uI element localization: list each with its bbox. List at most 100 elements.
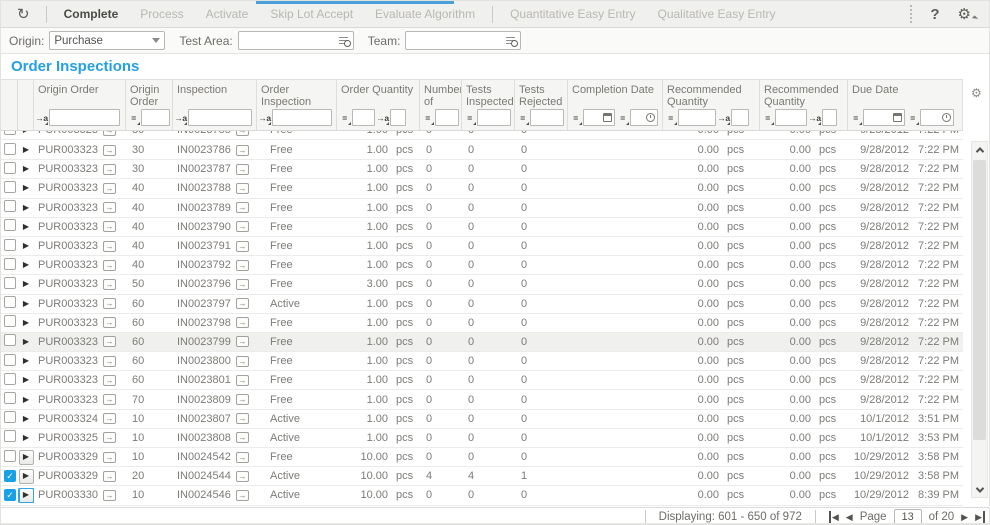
expand-row-button[interactable]: ▶ [19, 143, 34, 158]
filter-input-order-uom[interactable] [390, 109, 406, 126]
filter-op-starts-with-icon[interactable]: →a [808, 110, 821, 126]
filter-input-rec-qty-accepted[interactable] [678, 109, 716, 126]
expand-row-button[interactable]: ▶ [19, 181, 34, 196]
expand-row-button[interactable]: ▶ [19, 219, 34, 234]
navigate-icon[interactable]: → [103, 490, 116, 501]
column-header-status[interactable]: Order Inspection Status →a [257, 80, 337, 130]
expand-row-button[interactable]: ▶ [19, 354, 34, 369]
navigate-icon[interactable]: → [236, 452, 249, 463]
complete-button[interactable]: Complete [53, 1, 130, 27]
navigate-icon[interactable]: → [236, 413, 249, 424]
filter-op-equals-icon[interactable]: = [127, 110, 140, 126]
calendar-icon[interactable] [893, 113, 902, 122]
navigate-icon[interactable]: → [236, 298, 249, 309]
scroll-down-button[interactable] [972, 482, 987, 497]
lookup-icon[interactable] [505, 35, 518, 47]
navigate-icon[interactable]: → [236, 356, 249, 367]
expand-row-button[interactable]: ▶ [19, 277, 34, 292]
navigate-icon[interactable]: → [236, 131, 249, 136]
row-checkbox[interactable] [4, 131, 16, 135]
column-header-inspection[interactable]: Inspection →a [173, 80, 257, 130]
column-header-origin-order-line[interactable]: Origin Order Line = [126, 80, 173, 130]
navigate-icon[interactable]: → [236, 279, 249, 290]
prev-page-button[interactable]: ◀ [846, 511, 853, 523]
navigate-icon[interactable]: → [103, 432, 116, 443]
row-checkbox[interactable] [4, 162, 16, 174]
table-row[interactable]: ▶ PUR003323→ 60 IN0023800→ Free 1.00 pcs… [1, 352, 963, 371]
column-header-completion-date[interactable]: Completion Date = = [568, 80, 663, 130]
row-checkbox[interactable] [4, 143, 16, 155]
navigate-icon[interactable]: → [236, 336, 249, 347]
column-header-order-quantity[interactable]: Order Quantity = →a [337, 80, 420, 130]
expand-row-button[interactable]: ▶ [19, 469, 34, 484]
navigate-icon[interactable]: → [103, 131, 116, 136]
navigate-icon[interactable]: → [236, 164, 249, 175]
filter-op-equals-icon[interactable]: = [463, 110, 476, 126]
row-checkbox[interactable]: ✓ [4, 470, 16, 482]
navigate-icon[interactable]: → [103, 145, 116, 156]
navigate-icon[interactable]: → [236, 317, 249, 328]
expand-row-button[interactable]: ▶ [19, 430, 34, 445]
navigate-icon[interactable]: → [103, 317, 116, 328]
table-row[interactable]: ▶ PUR003323→ 60 IN0023797→ Active 1.00 p… [1, 295, 963, 314]
first-page-button[interactable]: ◀ [829, 511, 839, 523]
expand-row-button[interactable]: ▶ [19, 392, 34, 407]
toolbar-settings-button[interactable]: ⚙ [950, 5, 985, 23]
filter-op-equals-icon[interactable]: = [338, 110, 351, 126]
navigate-icon[interactable]: → [236, 375, 249, 386]
table-row[interactable]: ✓ ▶ PUR003329→ 20 IN0024544→ Active 10.0… [1, 467, 963, 486]
table-row[interactable]: ▶ PUR003324→ 10 IN0023807→ Active 1.00 p… [1, 410, 963, 429]
filter-op-equals-icon[interactable]: = [906, 110, 919, 126]
row-checkbox[interactable] [4, 239, 16, 251]
expand-row-button[interactable]: ▶ [19, 488, 34, 503]
navigate-icon[interactable]: → [236, 490, 249, 501]
navigate-icon[interactable]: → [103, 298, 116, 309]
filter-input-rec-rej-uom[interactable] [822, 109, 837, 126]
table-row[interactable]: ▶ PUR003323→ 40 IN0023789→ Free 1.00 pcs… [1, 199, 963, 218]
expand-row-button[interactable]: ▶ [19, 373, 34, 388]
navigate-icon[interactable]: → [236, 221, 249, 232]
table-row[interactable]: ✓ ▶ PUR003330→ 10 IN0024546→ Active 10.0… [1, 486, 963, 505]
navigate-icon[interactable]: → [103, 183, 116, 194]
navigate-icon[interactable]: → [236, 241, 249, 252]
navigate-icon[interactable]: → [103, 241, 116, 252]
expand-row-button[interactable]: ▶ [19, 258, 34, 273]
expand-row-button[interactable]: ▶ [19, 200, 34, 215]
row-checkbox[interactable] [4, 450, 16, 462]
navigate-icon[interactable]: → [236, 471, 249, 482]
navigate-icon[interactable]: → [236, 183, 249, 194]
navigate-icon[interactable]: → [103, 471, 116, 482]
navigate-icon[interactable]: → [103, 221, 116, 232]
navigate-icon[interactable]: → [103, 394, 116, 405]
expand-row-button[interactable]: ▶ [19, 315, 34, 330]
row-checkbox[interactable] [4, 181, 16, 193]
filter-op-equals-icon[interactable]: = [664, 110, 677, 126]
expand-row-button[interactable]: ▶ [19, 131, 34, 138]
table-row[interactable]: ▶ PUR003323→ 40 IN0023788→ Free 1.00 pcs… [1, 179, 963, 198]
clock-icon[interactable] [646, 113, 655, 122]
filter-op-equals-icon[interactable]: = [421, 110, 434, 126]
table-row[interactable]: ▶ PUR003323→ 40 IN0023792→ Free 1.00 pcs… [1, 256, 963, 275]
navigate-icon[interactable]: → [103, 260, 116, 271]
filter-op-equals-icon[interactable]: = [516, 110, 529, 126]
filter-input-inspection[interactable] [188, 109, 252, 126]
filter-input-tests-rejected[interactable] [530, 109, 564, 126]
filter-op-equals-icon[interactable]: = [849, 110, 862, 126]
last-page-button[interactable]: ▶ [975, 511, 985, 523]
row-checkbox[interactable] [4, 373, 16, 385]
table-row[interactable]: ▶ PUR003323→ 60 IN0023801→ Free 1.00 pcs… [1, 371, 963, 390]
lookup-icon[interactable] [338, 35, 351, 47]
row-checkbox[interactable]: ✓ [4, 489, 16, 501]
filter-op-starts-with-icon[interactable]: →a [35, 110, 48, 126]
row-checkbox[interactable] [4, 334, 16, 346]
table-row[interactable]: ▶ PUR003323→ 30 IN0023787→ Free 1.00 pcs… [1, 160, 963, 179]
table-row[interactable]: ▶ PUR003325→ 10 IN0023808→ Active 1.00 p… [1, 429, 963, 448]
test-area-input[interactable] [238, 31, 354, 50]
navigate-icon[interactable]: → [103, 202, 116, 213]
expand-row-button[interactable]: ▶ [19, 162, 34, 177]
navigate-icon[interactable]: → [236, 394, 249, 405]
navigate-icon[interactable]: → [236, 202, 249, 213]
clock-icon[interactable] [942, 113, 951, 122]
expand-row-button[interactable]: ▶ [19, 239, 34, 254]
column-header-recommended-quantity-rejected[interactable]: Recommended Quantity Rejected = →a [760, 80, 848, 130]
